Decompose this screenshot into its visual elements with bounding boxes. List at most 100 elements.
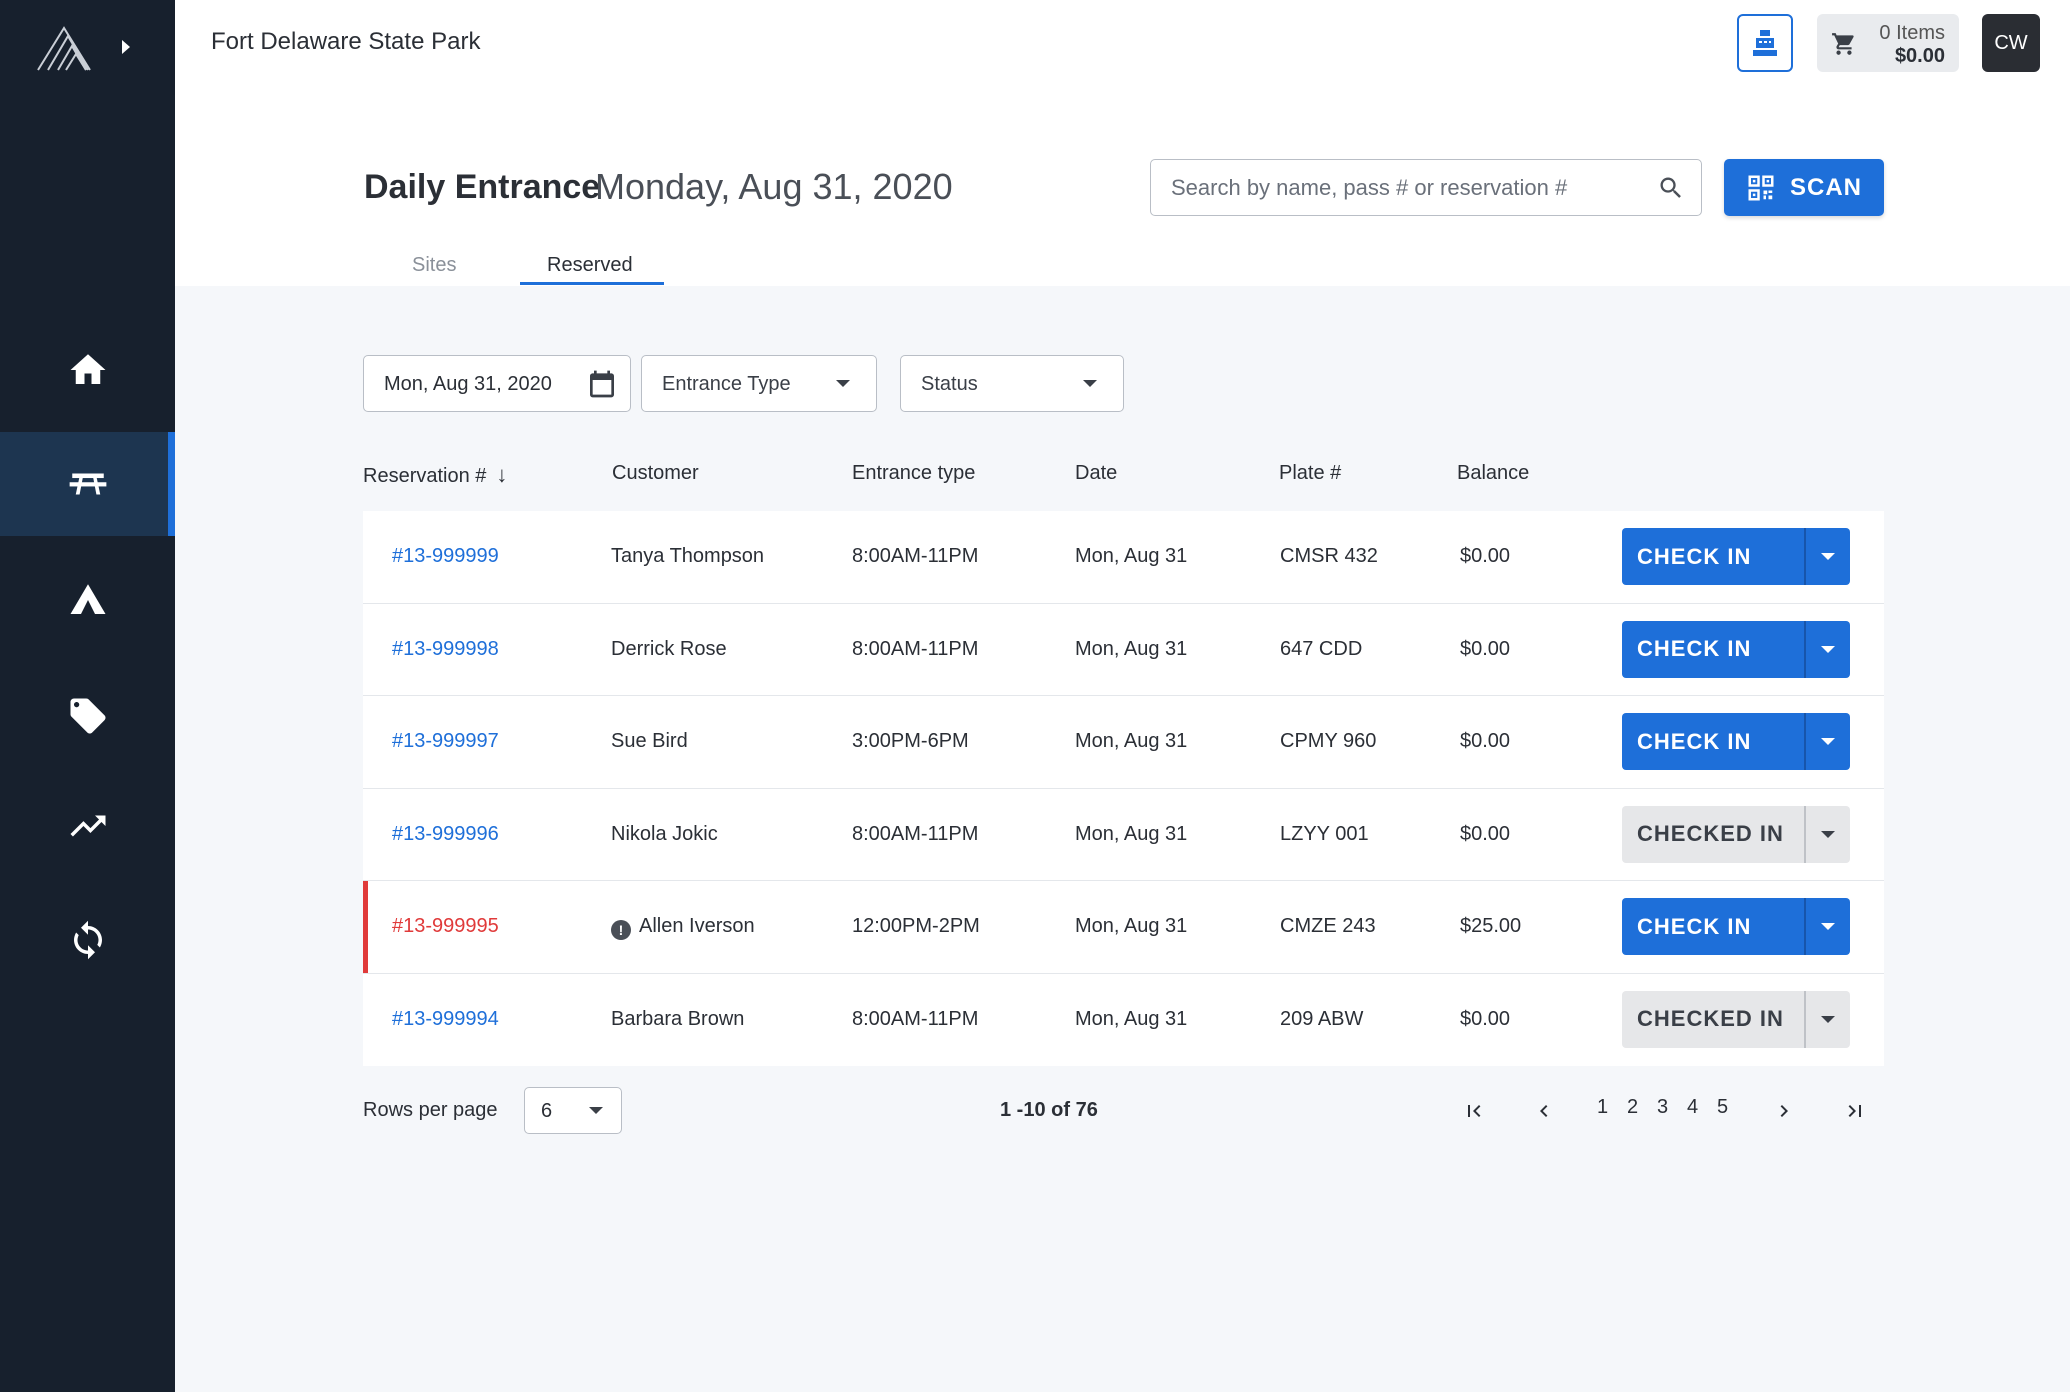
tent-icon bbox=[70, 584, 105, 614]
balance: $0.00 bbox=[1460, 1007, 1511, 1030]
check-in-button[interactable]: CHECK IN bbox=[1622, 898, 1804, 955]
entrance-type-filter[interactable]: Entrance Type bbox=[641, 355, 877, 412]
chevron-down-icon bbox=[836, 380, 850, 387]
sort-arrow-down-icon[interactable]: ↓ bbox=[496, 462, 507, 488]
balance: $0.00 bbox=[1460, 730, 1511, 752]
check-in-button[interactable]: CHECK IN bbox=[1622, 621, 1804, 678]
table-row: #13-999994 Barbara Brown 8:00AM-11PM Mon… bbox=[363, 974, 1884, 1067]
nav-passes[interactable] bbox=[0, 664, 175, 768]
scan-button[interactable]: SCAN bbox=[1724, 159, 1884, 216]
page-1[interactable]: 1 bbox=[1597, 1096, 1608, 1119]
nav-reports[interactable] bbox=[0, 774, 175, 878]
checked-in-button[interactable]: CHECKED IN bbox=[1622, 991, 1804, 1048]
expand-sidebar-icon[interactable] bbox=[118, 36, 134, 58]
reservation-link[interactable]: #13-999996 bbox=[392, 823, 499, 846]
table-row: #13-999997 Sue Bird 3:00PM-6PM Mon, Aug … bbox=[363, 696, 1884, 789]
check-in-button[interactable]: CHECK IN bbox=[1622, 528, 1804, 585]
alert-info-icon[interactable]: ! bbox=[611, 920, 631, 940]
search-input[interactable] bbox=[1171, 174, 1641, 202]
column-header-plate: Plate # bbox=[1279, 462, 1342, 484]
plate-number: CPMY 960 bbox=[1280, 730, 1377, 752]
table-row: #13-999995 ! Allen Iverson 12:00PM-2PM Mo… bbox=[363, 881, 1884, 974]
column-header-entrance-type: Entrance type bbox=[852, 462, 976, 484]
reservation-link[interactable]: #13-999994 bbox=[392, 1008, 499, 1031]
top-header: Fort Delaware State Park 0 Items $0.00 C… bbox=[175, 0, 2070, 90]
home-icon bbox=[70, 354, 105, 384]
check-in-options-button[interactable] bbox=[1804, 898, 1850, 955]
cart-icon bbox=[1832, 33, 1854, 55]
check-in-button[interactable]: CHECK IN bbox=[1622, 713, 1804, 770]
plate-number: LZYY 001 bbox=[1280, 822, 1369, 845]
scan-label: SCAN bbox=[1789, 173, 1862, 201]
column-header-reservation[interactable]: Reservation # ↓ bbox=[363, 462, 507, 488]
cash-register-button[interactable] bbox=[1737, 14, 1793, 72]
entrance-type-label: Entrance Type bbox=[662, 373, 791, 395]
tag-icon bbox=[70, 698, 105, 734]
next-page-icon[interactable] bbox=[1772, 1099, 1796, 1123]
entrance-time: 8:00AM-11PM bbox=[852, 822, 979, 845]
rows-per-page-value: 6 bbox=[541, 1100, 553, 1122]
row-date: Mon, Aug 31 bbox=[1075, 545, 1188, 567]
park-name: Fort Delaware State Park bbox=[211, 28, 481, 55]
row-date: Mon, Aug 31 bbox=[1075, 730, 1188, 752]
search-icon[interactable] bbox=[1657, 174, 1685, 202]
reservation-link[interactable]: #13-999997 bbox=[392, 730, 499, 753]
balance: $0.00 bbox=[1460, 545, 1511, 567]
page-title: Daily Entrance bbox=[364, 168, 601, 206]
qr-code-icon bbox=[1748, 175, 1774, 200]
check-in-options-button[interactable] bbox=[1804, 620, 1850, 678]
date-filter[interactable]: Mon, Aug 31, 2020 bbox=[363, 355, 631, 412]
prev-page-icon[interactable] bbox=[1532, 1099, 1556, 1123]
first-page-icon[interactable] bbox=[1462, 1099, 1486, 1123]
user-avatar[interactable]: CW bbox=[1982, 14, 2040, 72]
customer-name: Nikola Jokic bbox=[611, 822, 718, 845]
pagination-range: 1 -10 of 76 bbox=[1000, 1099, 1098, 1121]
column-header-date: Date bbox=[1075, 462, 1118, 484]
page-5[interactable]: 5 bbox=[1717, 1096, 1728, 1119]
checked-in-options-button[interactable] bbox=[1804, 805, 1850, 863]
cart-total: $0.00 bbox=[1894, 45, 1945, 67]
row-date: Mon, Aug 31 bbox=[1075, 915, 1188, 937]
last-page-icon[interactable] bbox=[1843, 1099, 1867, 1123]
sidebar bbox=[0, 0, 175, 1392]
check-in-split-button: CHECK IN bbox=[1622, 898, 1850, 955]
page-2[interactable]: 2 bbox=[1627, 1096, 1638, 1119]
rows-per-page-select[interactable]: 6 bbox=[524, 1087, 622, 1134]
table-row: #13-999999 Tanya Thompson 8:00AM-11PM Mo… bbox=[363, 511, 1884, 604]
plate-number: 647 CDD bbox=[1280, 637, 1363, 660]
customer-name: Barbara Brown bbox=[611, 1007, 745, 1030]
rows-per-page-label: Rows per page bbox=[363, 1099, 498, 1121]
chevron-down-icon bbox=[589, 1107, 603, 1114]
nav-sync[interactable] bbox=[0, 888, 175, 992]
check-in-options-button[interactable] bbox=[1804, 528, 1850, 585]
cart-button[interactable]: 0 Items $0.00 bbox=[1817, 14, 1959, 72]
page-date: Monday, Aug 31, 2020 bbox=[595, 166, 953, 207]
balance: $0.00 bbox=[1460, 637, 1511, 660]
chevron-down-icon bbox=[1821, 923, 1835, 930]
reservation-link[interactable]: #13-999995 bbox=[392, 915, 499, 938]
table-row: #13-999998 Derrick Rose 8:00AM-11PM Mon,… bbox=[363, 604, 1884, 696]
column-header-customer: Customer bbox=[612, 462, 699, 484]
check-in-options-button[interactable] bbox=[1804, 713, 1850, 770]
row-date: Mon, Aug 31 bbox=[1075, 637, 1188, 660]
page-3[interactable]: 3 bbox=[1657, 1096, 1668, 1119]
balance: $0.00 bbox=[1460, 822, 1511, 845]
row-date: Mon, Aug 31 bbox=[1075, 822, 1188, 845]
entrance-time: 3:00PM-6PM bbox=[852, 730, 969, 752]
tab-reserved[interactable]: Reserved bbox=[547, 254, 633, 277]
nav-day-use[interactable] bbox=[0, 432, 175, 536]
customer-name: Derrick Rose bbox=[611, 637, 727, 660]
search-box[interactable] bbox=[1150, 159, 1702, 216]
checked-in-button[interactable]: CHECKED IN bbox=[1622, 806, 1804, 863]
customer-cell: ! Allen Iverson bbox=[611, 915, 755, 940]
checked-in-options-button[interactable] bbox=[1804, 990, 1850, 1048]
cash-register-icon bbox=[1753, 30, 1777, 56]
status-filter[interactable]: Status bbox=[900, 355, 1124, 412]
tab-sites[interactable]: Sites bbox=[412, 254, 456, 277]
reservation-link[interactable]: #13-999998 bbox=[392, 638, 499, 661]
nav-camping[interactable] bbox=[0, 548, 175, 652]
nav-home[interactable] bbox=[0, 318, 175, 422]
calendar-icon[interactable] bbox=[586, 368, 618, 400]
reservation-link[interactable]: #13-999999 bbox=[392, 545, 499, 568]
page-4[interactable]: 4 bbox=[1687, 1096, 1698, 1119]
